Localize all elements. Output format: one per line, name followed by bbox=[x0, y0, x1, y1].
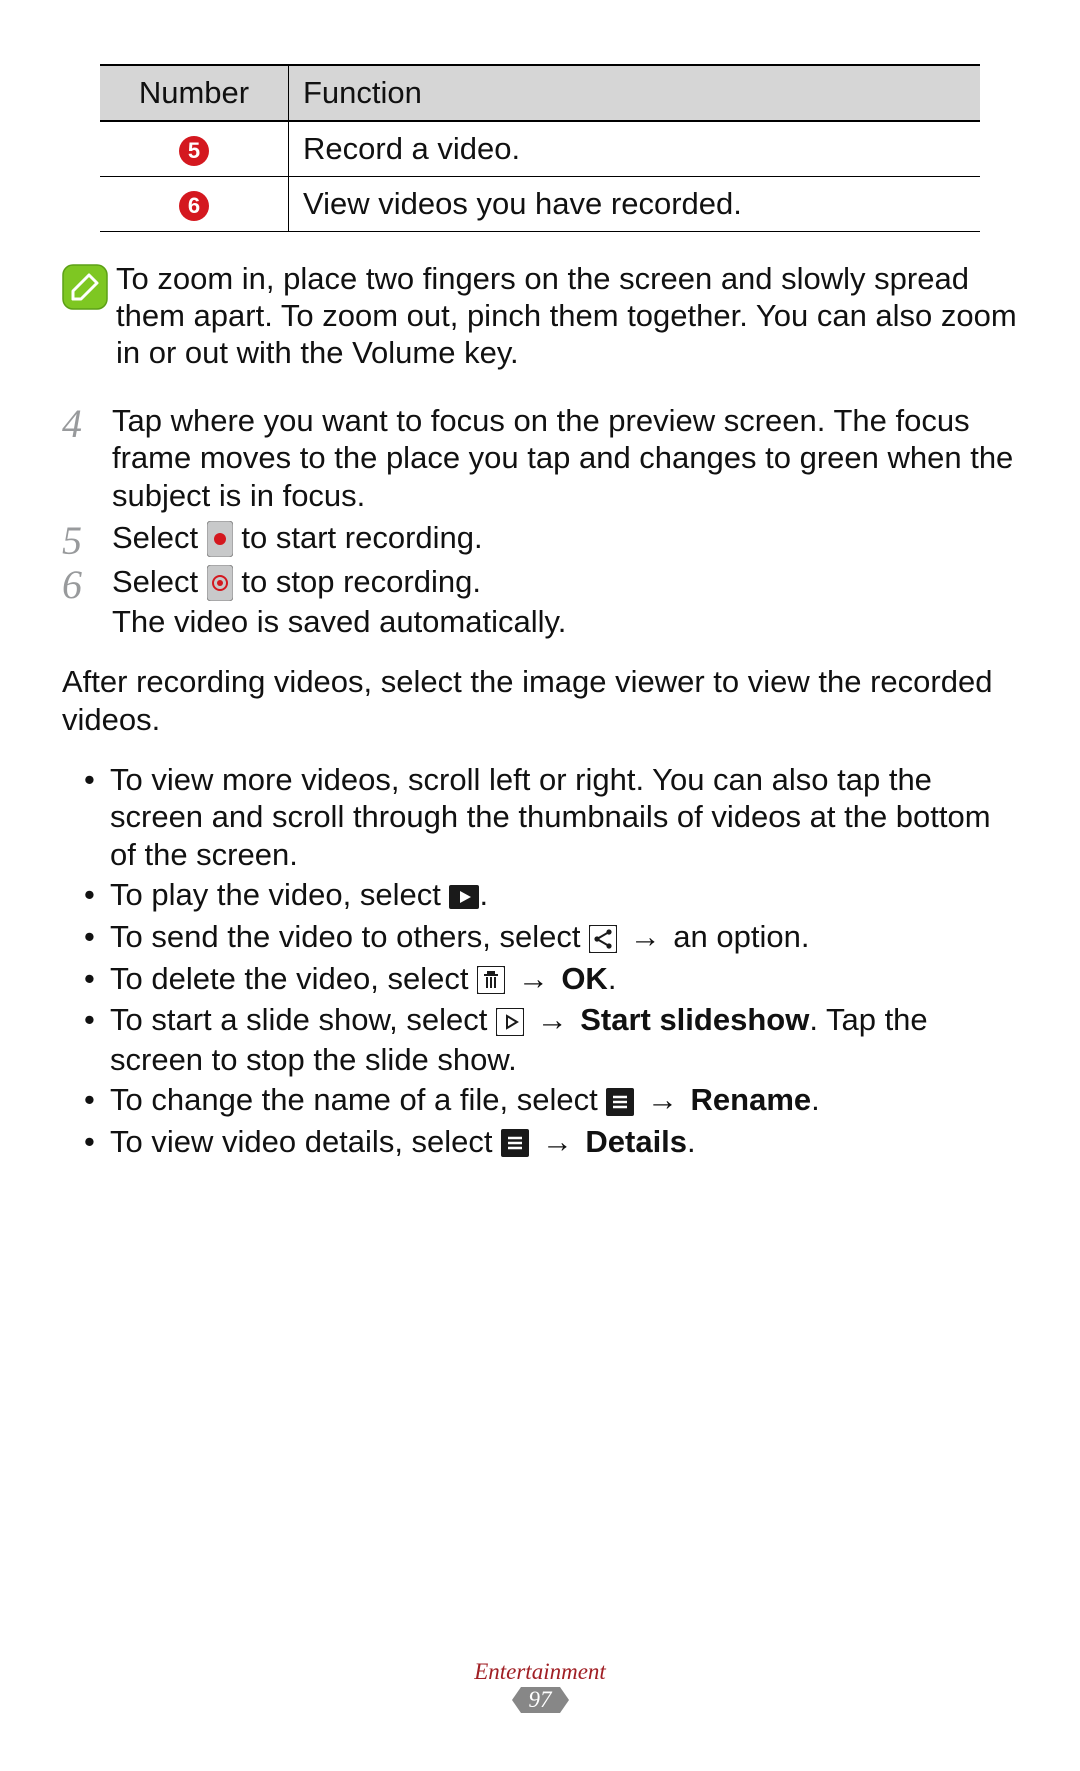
arrow: → bbox=[524, 1002, 580, 1037]
step-text: Tap where you want to focus on the previ… bbox=[112, 402, 1018, 515]
tip-delete-pre: To delete the video, select bbox=[110, 961, 477, 996]
tip-rename-post: . bbox=[811, 1082, 820, 1117]
cell-function: View videos you have recorded. bbox=[289, 177, 981, 232]
circled-number-icon: 6 bbox=[179, 191, 209, 221]
tip-play-post: . bbox=[479, 877, 488, 912]
step-5: 5 Select to start recording. bbox=[62, 519, 1018, 561]
function-table: Number Function 5 Record a video. 6 View… bbox=[100, 64, 980, 232]
page-number-badge: 97 bbox=[521, 1687, 560, 1713]
arrow: → bbox=[634, 1082, 690, 1117]
cell-number: 5 bbox=[100, 121, 289, 177]
step6-post: to stop recording. bbox=[241, 564, 481, 599]
note-edit-icon bbox=[62, 264, 108, 310]
step-list: 4 Tap where you want to focus on the pre… bbox=[62, 402, 1018, 641]
header-function: Function bbox=[289, 65, 981, 121]
tip-slideshow: To start a slide show, select → Start sl… bbox=[84, 1001, 1018, 1079]
tip-send-pre: To send the video to others, select bbox=[110, 919, 589, 954]
slideshow-icon bbox=[496, 1001, 524, 1039]
tip-send: To send the video to others, select → an… bbox=[84, 918, 1018, 958]
menu-icon bbox=[501, 1122, 529, 1160]
arrow: → bbox=[529, 1124, 585, 1159]
step5-post: to start recording. bbox=[241, 520, 482, 555]
tip-play: To play the video, select . bbox=[84, 876, 1018, 916]
tip-details-bold: Details bbox=[585, 1124, 687, 1159]
tip-details-pre: To view video details, select bbox=[110, 1124, 501, 1159]
menu-icon bbox=[606, 1081, 634, 1119]
arrow: → bbox=[617, 919, 673, 954]
tip-details-post: . bbox=[687, 1124, 696, 1159]
tip-delete: To delete the video, select → OK. bbox=[84, 960, 1018, 1000]
manual-page: Number Function 5 Record a video. 6 View… bbox=[0, 0, 1080, 1771]
share-icon bbox=[589, 918, 617, 956]
cell-function: Record a video. bbox=[289, 121, 981, 177]
table-row: 5 Record a video. bbox=[100, 121, 980, 177]
tip-play-pre: To play the video, select bbox=[110, 877, 449, 912]
step6-pre: Select bbox=[112, 564, 207, 599]
note-text: To zoom in, place two fingers on the scr… bbox=[116, 260, 1022, 372]
tip-delete-post: . bbox=[608, 961, 617, 996]
tip-send-post: an option. bbox=[673, 919, 809, 954]
step6-line2: The video is saved automatically. bbox=[112, 604, 566, 639]
section-title: Entertainment bbox=[0, 1659, 1080, 1685]
note-block: To zoom in, place two fingers on the scr… bbox=[62, 260, 1022, 372]
table-row: 6 View videos you have recorded. bbox=[100, 177, 980, 232]
header-number: Number bbox=[100, 65, 289, 121]
step-number: 4 bbox=[62, 402, 112, 444]
tip-slideshow-bold: Start slideshow bbox=[580, 1002, 809, 1037]
step-number: 6 bbox=[62, 563, 112, 605]
cell-number: 6 bbox=[100, 177, 289, 232]
after-recording-paragraph: After recording videos, select the image… bbox=[62, 663, 1018, 739]
tip-rename-bold: Rename bbox=[691, 1082, 812, 1117]
tip-slideshow-pre: To start a slide show, select bbox=[110, 1002, 496, 1037]
step-4: 4 Tap where you want to focus on the pre… bbox=[62, 402, 1018, 515]
tip-delete-bold: OK bbox=[561, 961, 608, 996]
play-icon bbox=[449, 876, 479, 914]
step5-pre: Select bbox=[112, 520, 207, 555]
tip-details: To view video details, select → Details. bbox=[84, 1123, 1018, 1163]
step-6: 6 Select to stop recording. The video is… bbox=[62, 563, 1018, 641]
tips-list: To view more videos, scroll left or righ… bbox=[84, 761, 1018, 1163]
record-start-icon bbox=[207, 518, 233, 557]
step-number: 5 bbox=[62, 519, 112, 561]
arrow: → bbox=[505, 961, 561, 996]
circled-number-icon: 5 bbox=[179, 136, 209, 166]
trash-icon bbox=[477, 959, 505, 997]
record-stop-icon bbox=[207, 562, 233, 601]
tip-rename-pre: To change the name of a file, select bbox=[110, 1082, 606, 1117]
step-text: Select to stop recording. The video is s… bbox=[112, 563, 1018, 641]
table-header-row: Number Function bbox=[100, 65, 980, 121]
tip-rename: To change the name of a file, select → R… bbox=[84, 1081, 1018, 1121]
tip-view-more: To view more videos, scroll left or righ… bbox=[84, 761, 1018, 874]
page-footer: Entertainment 97 bbox=[0, 1659, 1080, 1713]
step-text: Select to start recording. bbox=[112, 519, 1018, 559]
